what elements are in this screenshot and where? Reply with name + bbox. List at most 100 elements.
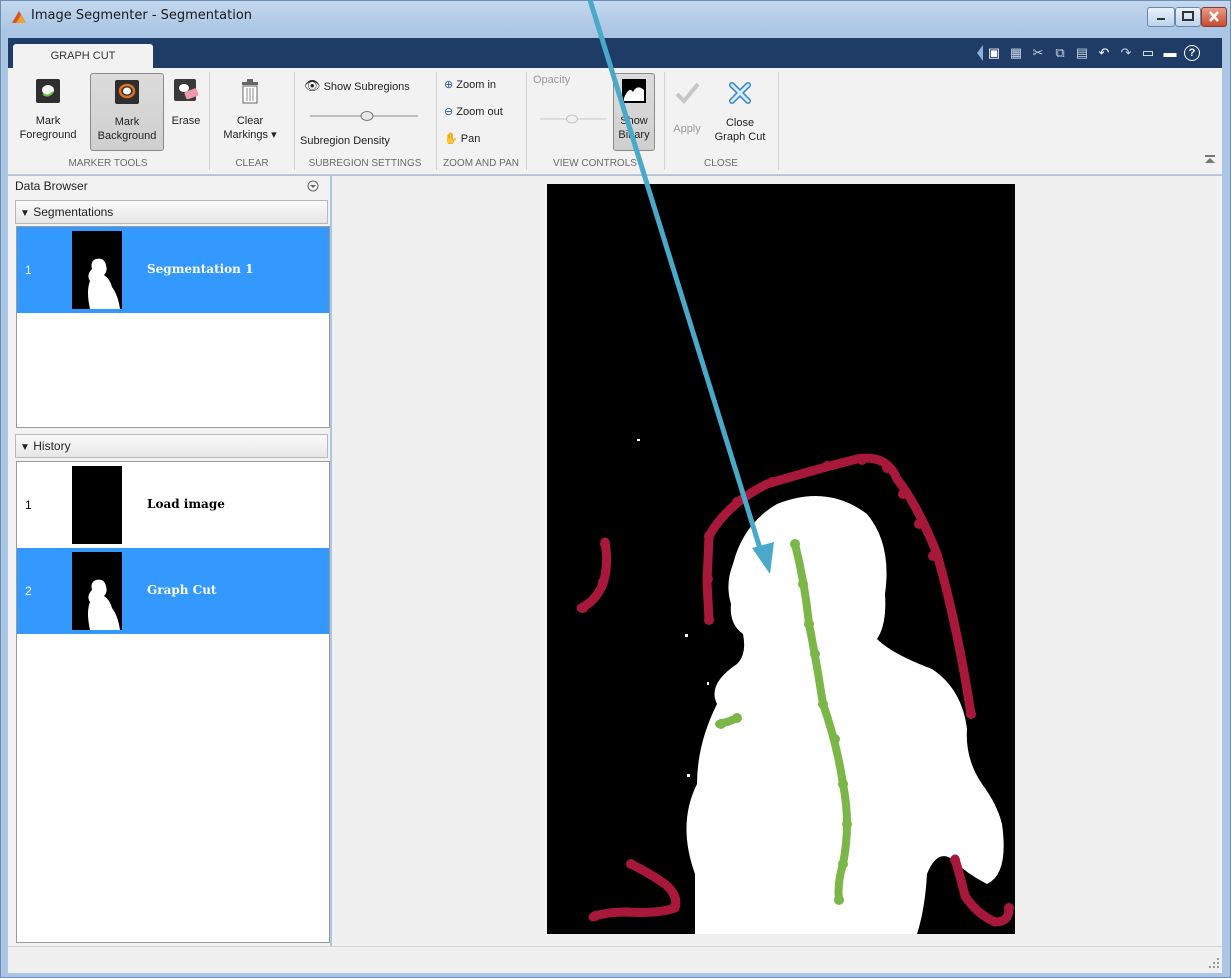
panel-options-icon[interactable] xyxy=(307,180,319,192)
ribbon-divider xyxy=(778,72,779,170)
window-layout-icon[interactable]: ▭ xyxy=(1140,45,1156,61)
trash-icon xyxy=(242,79,258,104)
cut-icon[interactable]: ✂ xyxy=(1030,45,1046,61)
zoom-in-label: Zoom in xyxy=(456,79,497,91)
thumbnail-mask xyxy=(88,579,120,630)
subregion-density-label: Subregion Density xyxy=(300,135,390,147)
ribbon-divider xyxy=(209,72,210,170)
segmentations-header-label: Segmentations xyxy=(33,205,114,219)
ribbon-divider xyxy=(664,72,665,170)
zoom-out-label: Zoom out xyxy=(456,106,503,118)
save-icon[interactable]: ▦ xyxy=(1008,45,1024,61)
history-thumbnail xyxy=(72,552,122,630)
ribbon-divider xyxy=(526,72,527,170)
minimize-button[interactable] xyxy=(1147,7,1175,27)
data-browser-title: Data Browser xyxy=(15,179,88,193)
paste-icon[interactable]: ▤ xyxy=(1074,45,1090,61)
show-binary-button[interactable]: Show Binary xyxy=(613,73,655,151)
eraser-icon xyxy=(174,79,199,101)
minimize-ribbon-icon[interactable]: ▬ xyxy=(1162,45,1178,61)
maximize-button[interactable] xyxy=(1175,7,1201,27)
collapse-ribbon-icon[interactable] xyxy=(1204,154,1216,164)
minimize-icon xyxy=(1157,18,1165,20)
item-index: 1 xyxy=(25,498,32,512)
close-graph-cut-label-2: Graph Cut xyxy=(714,131,766,143)
eye-icon: 👁 xyxy=(304,78,321,93)
clear-markings-label-2-row: Markings ▾ xyxy=(214,128,286,142)
clear-markings-label-1: Clear xyxy=(236,115,264,127)
clear-markings-label-2: Markings xyxy=(223,129,269,141)
item-label: Segmentation 1 xyxy=(147,262,254,276)
clear-markings-button[interactable]: Clear Markings ▾ xyxy=(214,78,286,142)
image-display-area xyxy=(332,176,1222,946)
section-label-view-controls: VIEW CONTROLS xyxy=(553,158,637,169)
history-list-item[interactable]: 1 Load image xyxy=(17,462,329,548)
history-list: 1 Load image 2 Graph Cut xyxy=(16,461,330,943)
maximize-icon xyxy=(1182,11,1194,21)
segmentations-header[interactable]: ▼ Segmentations xyxy=(15,200,328,224)
history-list-item[interactable]: 2 Graph Cut xyxy=(17,548,329,634)
segmentation-list-item[interactable]: 1 Segmentation 1 xyxy=(17,227,329,313)
mark-foreground-icon xyxy=(36,79,60,103)
redo-icon[interactable]: ↷ xyxy=(1118,45,1134,61)
zoom-out-button[interactable]: ⊖ Zoom out xyxy=(444,103,503,121)
window-title: Image Segmenter - Segmentation xyxy=(31,8,253,23)
section-label-zoom-and-pan: ZOOM AND PAN xyxy=(443,158,519,169)
item-label: Load image xyxy=(147,497,225,511)
history-header-label: History xyxy=(33,439,71,453)
erase-button[interactable]: Erase xyxy=(166,78,206,128)
close-x-icon xyxy=(729,82,751,104)
section-label-close: CLOSE xyxy=(704,158,738,169)
collapse-triangle-icon: ▼ xyxy=(20,208,30,219)
pan-button[interactable]: ✋ Pan xyxy=(444,130,480,148)
close-window-button[interactable] xyxy=(1201,7,1227,27)
section-label-clear: CLEAR xyxy=(235,158,269,169)
section-label-subregion-settings: SUBREGION SETTINGS xyxy=(308,158,422,169)
close-graph-cut-label-1: Close xyxy=(725,117,755,129)
show-subregions-toggle[interactable]: 👁 Show Subregions xyxy=(304,77,410,95)
zoom-out-icon: ⊖ xyxy=(444,106,454,118)
mark-foreground-button[interactable]: Mark Foreground xyxy=(8,78,88,142)
history-header[interactable]: ▼ History xyxy=(15,434,328,458)
thumbnail-mask xyxy=(88,258,120,309)
mark-background-button[interactable]: Mark Background xyxy=(90,73,164,151)
data-browser-panel: Data Browser ▼ Segmentations 1 Segmentat… xyxy=(8,176,330,946)
ribbon-divider xyxy=(436,72,437,170)
dropdown-arrow-icon: ▾ xyxy=(271,129,277,141)
show-binary-label-2: Binary xyxy=(618,129,650,141)
ribbon: Mark Foreground Mark Background Erase MA… xyxy=(8,68,1222,175)
segmentation-image[interactable] xyxy=(547,184,1015,934)
tab-graph-cut[interactable]: GRAPH CUT xyxy=(13,44,153,70)
zoom-in-icon: ⊕ xyxy=(444,79,454,91)
item-index: 1 xyxy=(25,263,32,277)
pan-label: Pan xyxy=(460,133,481,145)
title-bar: Image Segmenter - Segmentation xyxy=(1,1,1230,31)
pan-hand-icon: ✋ xyxy=(444,133,458,145)
binary-image-icon xyxy=(622,79,646,103)
resize-grip-icon[interactable] xyxy=(1208,957,1220,969)
zoom-in-button[interactable]: ⊕ Zoom in xyxy=(444,76,496,94)
close-graph-cut-button[interactable]: Close Graph Cut xyxy=(708,80,772,144)
matlab-logo-icon xyxy=(12,11,26,23)
status-bar xyxy=(8,946,1222,973)
toolbar-handle-icon xyxy=(977,45,983,61)
section-label-marker-tools: MARKER TOOLS xyxy=(68,158,148,169)
history-thumbnail xyxy=(72,466,122,544)
segmentations-list: 1 Segmentation 1 xyxy=(16,226,330,428)
mark-foreground-label-2: Foreground xyxy=(19,129,77,141)
new-session-icon[interactable]: ▣ xyxy=(986,45,1002,61)
mark-foreground-label-1: Mark xyxy=(35,115,61,127)
apply-button[interactable]: Apply xyxy=(668,80,706,136)
help-icon[interactable]: ? xyxy=(1184,45,1200,61)
apply-label: Apply xyxy=(673,123,701,135)
ribbon-divider xyxy=(294,72,295,170)
close-icon xyxy=(1209,11,1219,22)
item-index: 2 xyxy=(25,584,32,598)
undo-icon[interactable]: ↶ xyxy=(1096,45,1112,61)
segmentation-thumbnail xyxy=(72,231,122,309)
copy-icon[interactable]: ⧉ xyxy=(1052,45,1068,61)
subregion-density-slider[interactable] xyxy=(308,108,420,124)
opacity-slider[interactable] xyxy=(538,112,608,126)
mark-background-label-1: Mark xyxy=(114,116,140,128)
show-subregions-label: Show Subregions xyxy=(323,81,410,93)
